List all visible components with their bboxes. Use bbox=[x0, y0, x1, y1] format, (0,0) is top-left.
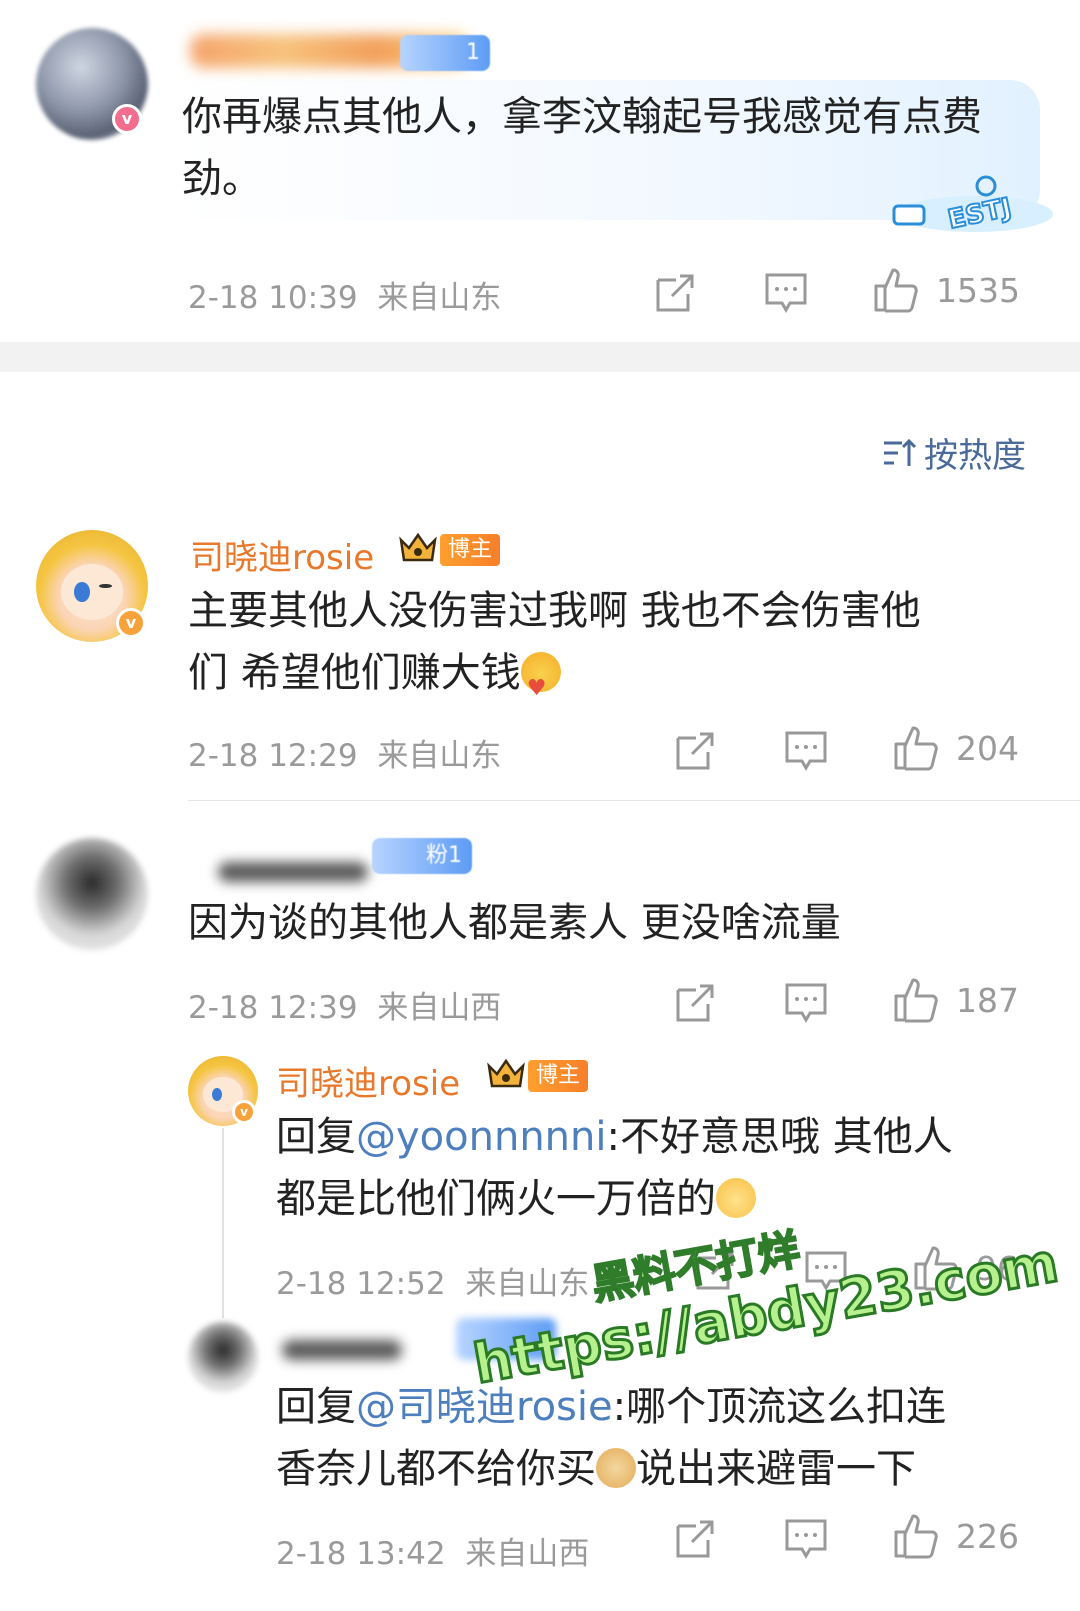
comment-date: 2-18 12:29 来自山东 bbox=[188, 730, 501, 775]
comment-text: 主要其他人没伤害过我啊 我也不会伤害他 们 希望他们赚大钱 bbox=[188, 580, 1028, 720]
comment-button[interactable] bbox=[804, 1250, 848, 1292]
like-count: 187 bbox=[956, 980, 1019, 1020]
share-icon bbox=[676, 732, 714, 770]
sort-by-hot-button[interactable]: 按热度 bbox=[882, 428, 1026, 477]
reply-prefix: 回复 bbox=[276, 1114, 356, 1160]
comment-icon bbox=[785, 1519, 827, 1560]
comment-text-line1: 主要其他人没伤害过我啊 我也不会伤害他 bbox=[188, 588, 921, 634]
location: 来自山东 bbox=[377, 738, 502, 774]
comment-icon bbox=[785, 731, 827, 772]
comment-date: 2-18 12:39 来自山西 bbox=[188, 982, 501, 1027]
like-icon bbox=[894, 978, 938, 1023]
date: 2-18 10:39 bbox=[188, 280, 358, 316]
reply-text-line1: :不好意思哦 其他人 bbox=[606, 1114, 953, 1160]
like-button[interactable]: 204 bbox=[892, 724, 1019, 772]
like-icon bbox=[914, 1246, 958, 1291]
like-button[interactable]: 96 bbox=[912, 1244, 1018, 1292]
fan-badge: 粉1 bbox=[372, 838, 472, 874]
like-count: 96 bbox=[976, 1248, 1018, 1288]
share-icon bbox=[696, 1252, 734, 1290]
verified-icon: v bbox=[232, 1100, 256, 1124]
reply-text-line2: 都是比他们俩火一万倍的 bbox=[276, 1176, 716, 1222]
username-blurred[interactable] bbox=[282, 1340, 402, 1360]
sort-icon bbox=[884, 438, 916, 466]
share-button[interactable] bbox=[694, 1250, 736, 1292]
avatar[interactable] bbox=[188, 1322, 258, 1392]
share-icon bbox=[676, 1520, 714, 1558]
like-button[interactable]: 187 bbox=[892, 976, 1019, 1024]
like-button[interactable]: 226 bbox=[892, 1512, 1019, 1560]
share-icon bbox=[676, 984, 714, 1022]
estj-sticker: ESTJ bbox=[892, 175, 1053, 236]
share-button[interactable] bbox=[674, 730, 716, 772]
comment-text: 因为谈的其他人都是素人 更没啥流量 bbox=[188, 900, 841, 946]
comment-icon bbox=[805, 1251, 847, 1292]
share-icon bbox=[656, 274, 694, 312]
comment-icon bbox=[785, 983, 827, 1024]
mention-link[interactable]: @司晓迪rosie bbox=[356, 1384, 613, 1430]
like-icon bbox=[894, 1514, 938, 1559]
reply-text-line2b: 说出来避雷一下 bbox=[636, 1446, 916, 1492]
comment-date: 2-18 12:52 来自山东 bbox=[276, 1258, 589, 1303]
like-count: 1535 bbox=[936, 270, 1020, 310]
comment-button[interactable] bbox=[784, 730, 828, 772]
username-blurred[interactable] bbox=[218, 862, 368, 882]
comment-icon bbox=[765, 273, 807, 314]
fan-badge-blurred bbox=[456, 1318, 556, 1360]
verified-icon: v bbox=[112, 104, 142, 134]
reply-prefix: 回复 bbox=[276, 1384, 356, 1430]
username[interactable]: 司晓迪rosie bbox=[190, 530, 374, 579]
avatar[interactable] bbox=[36, 838, 148, 950]
date: 2-18 13:42 bbox=[276, 1536, 446, 1572]
share-button[interactable] bbox=[654, 272, 696, 314]
like-icon bbox=[874, 268, 918, 313]
location: 来自山东 bbox=[377, 280, 502, 316]
username[interactable]: 司晓迪rosie bbox=[276, 1056, 460, 1105]
verified-icon: v bbox=[116, 608, 146, 638]
comment-separator bbox=[188, 800, 1080, 801]
sort-label: 按热度 bbox=[924, 436, 1026, 476]
reply-text: 回复@yoonnnnni:不好意思哦 其他人 都是比他们俩火一万倍的 bbox=[276, 1106, 1056, 1230]
date: 2-18 12:52 bbox=[276, 1266, 446, 1302]
blogger-tag: 博主 bbox=[440, 534, 501, 566]
location: 来自山西 bbox=[377, 990, 502, 1026]
blogger-tag: 博主 bbox=[528, 1060, 589, 1092]
comment-button[interactable] bbox=[784, 1518, 828, 1560]
reply-text: 回复@司晓迪rosie:哪个顶流这么扣连 香奈儿都不给你买 说出来避雷一下 bbox=[276, 1376, 1056, 1500]
like-icon bbox=[894, 726, 938, 771]
reply-thread-line bbox=[222, 1128, 224, 1318]
share-button[interactable] bbox=[674, 982, 716, 1024]
date: 2-18 12:29 bbox=[188, 738, 358, 774]
location: 来自山东 bbox=[465, 1266, 590, 1302]
crown-icon bbox=[399, 532, 437, 562]
like-count: 226 bbox=[956, 1516, 1019, 1556]
reply-text-line2a: 香奈儿都不给你买 bbox=[276, 1446, 596, 1492]
reply-text-line1: :哪个顶流这么扣连 bbox=[612, 1384, 947, 1430]
shy-emoji-icon bbox=[716, 1178, 756, 1218]
like-button[interactable]: 1535 bbox=[872, 266, 1020, 314]
crown-icon bbox=[487, 1058, 525, 1088]
comment-date: 2-18 13:42 来自山西 bbox=[276, 1528, 589, 1573]
love-emoji-icon bbox=[520, 652, 561, 720]
share-button[interactable] bbox=[674, 1518, 716, 1560]
like-count: 204 bbox=[956, 728, 1019, 768]
location: 来自山西 bbox=[465, 1536, 590, 1572]
comment-button[interactable] bbox=[784, 982, 828, 1024]
mention-link[interactable]: @yoonnnnni bbox=[356, 1114, 607, 1160]
doge-emoji-icon bbox=[596, 1448, 636, 1488]
comment-text-line2: 们 希望他们赚大钱 bbox=[188, 650, 521, 696]
comment-date: 2-18 10:39 来自山东 bbox=[188, 272, 501, 317]
comment-text: 你再爆点其他人，拿李汶翰起号我感觉有点费劲。 bbox=[182, 94, 982, 202]
fan-badge: 1 bbox=[400, 35, 490, 71]
comment-button[interactable] bbox=[764, 272, 808, 314]
date: 2-18 12:39 bbox=[188, 990, 358, 1026]
section-divider bbox=[0, 342, 1080, 372]
